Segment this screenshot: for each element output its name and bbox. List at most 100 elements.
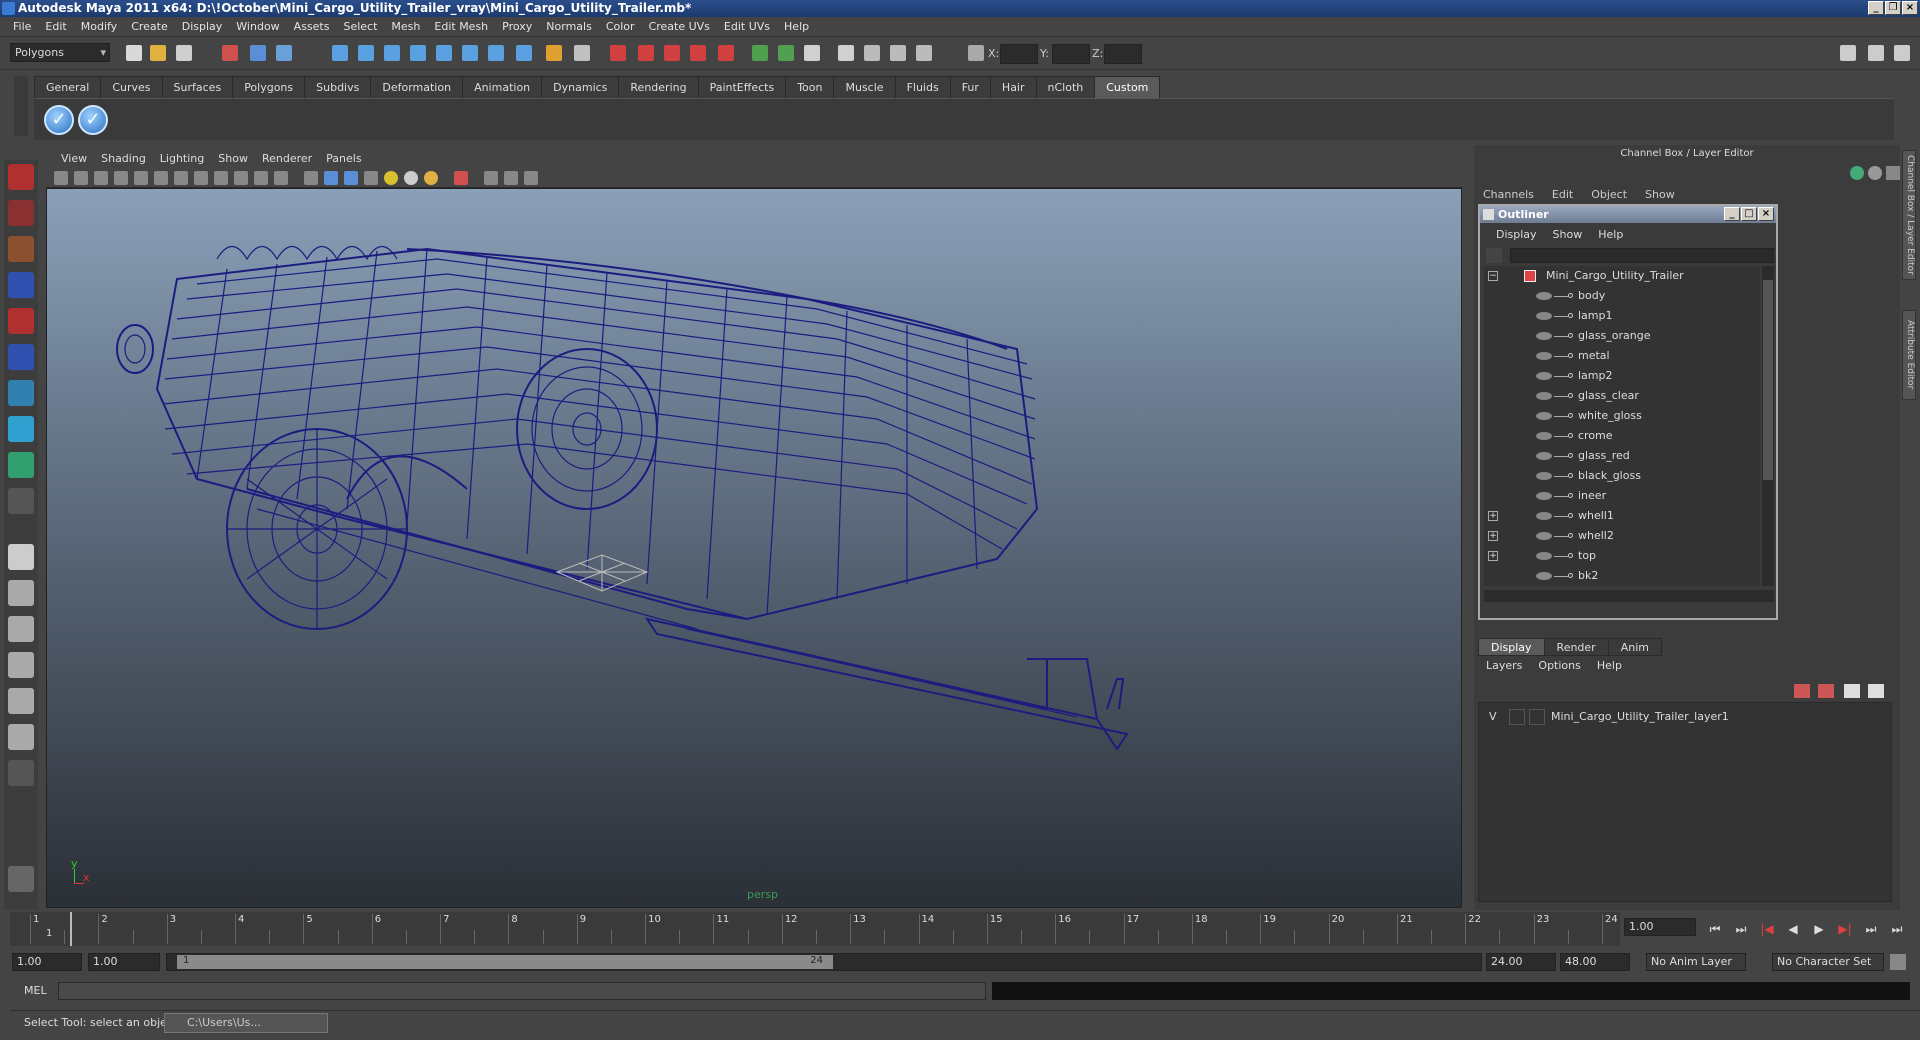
shadows-icon[interactable]	[404, 171, 418, 185]
menu-edit-uvs[interactable]: Edit UVs	[717, 20, 777, 33]
channel-box-menu-show[interactable]: Show	[1636, 188, 1684, 204]
shelf-tab-ncloth[interactable]: nCloth	[1035, 76, 1096, 98]
shelf-tab-toon[interactable]: Toon	[785, 76, 835, 98]
outliner-item[interactable]: lamp2	[1484, 366, 1760, 386]
outliner-horizontal-scrollbar[interactable]	[1484, 590, 1774, 602]
render-view-icon[interactable]	[752, 45, 768, 61]
outliner-filter-icon[interactable]	[1486, 248, 1502, 263]
menu-proxy[interactable]: Proxy	[495, 20, 539, 33]
outliner-item[interactable]: glass_clear	[1484, 386, 1760, 406]
xray-joints-icon[interactable]	[504, 171, 518, 185]
safe-action-icon[interactable]	[254, 171, 268, 185]
outliner-vertical-scrollbar[interactable]	[1762, 266, 1774, 586]
lock-icon[interactable]	[546, 45, 562, 61]
bookmark-icon[interactable]	[94, 171, 108, 185]
channel-box-options-icon[interactable]	[1868, 166, 1882, 180]
help-icon[interactable]	[516, 45, 532, 61]
start-time-field[interactable]: 1.00	[12, 953, 82, 971]
layer-row[interactable]: V Mini_Cargo_Utility_Trailer_layer1	[1481, 707, 1889, 727]
snap-live-icon[interactable]	[436, 45, 452, 61]
smooth-shade-icon[interactable]	[324, 171, 338, 185]
x-field[interactable]	[1000, 44, 1038, 64]
snap-plane-icon[interactable]	[410, 45, 426, 61]
outliner-maximize-button[interactable]: □	[1741, 207, 1757, 221]
hypershade-icon[interactable]	[718, 45, 734, 61]
persp-graph-layout-icon[interactable]	[8, 724, 34, 750]
move-tool-icon[interactable]	[8, 272, 34, 298]
four-view-layout-icon[interactable]	[8, 580, 34, 606]
outliner-close-button[interactable]: ×	[1758, 207, 1774, 221]
panel-menu-panels[interactable]: Panels	[319, 152, 368, 165]
script-editor-icon[interactable]	[916, 45, 932, 61]
panel-menu-shading[interactable]: Shading	[94, 152, 153, 165]
isolate-select-icon[interactable]	[454, 171, 468, 185]
task-minimized-window[interactable]: C:\Users\Us...	[164, 1013, 328, 1033]
panel-menu-renderer[interactable]: Renderer	[255, 152, 319, 165]
playback-end-field[interactable]: 24.00	[1486, 953, 1556, 971]
snap-curve-icon[interactable]	[358, 45, 374, 61]
open-scene-icon[interactable]	[150, 45, 166, 61]
z-field[interactable]	[1104, 44, 1142, 64]
layer-menu-help[interactable]: Help	[1589, 659, 1630, 677]
render-settings-icon[interactable]	[690, 45, 706, 61]
two-d-pan-icon[interactable]	[134, 171, 148, 185]
snap-grid-icon[interactable]	[332, 45, 348, 61]
wireframe-on-shaded-icon[interactable]	[344, 171, 358, 185]
shelf-tab-surfaces[interactable]: Surfaces	[161, 76, 234, 98]
current-time-field[interactable]: 1.00	[1624, 918, 1696, 936]
menu-window[interactable]: Window	[229, 20, 286, 33]
menu-select[interactable]: Select	[336, 20, 384, 33]
menu-display[interactable]: Display	[175, 20, 230, 33]
outliner-item[interactable]: body	[1484, 286, 1760, 306]
step-back-key-icon[interactable]: ⏭	[1734, 922, 1748, 936]
use-all-lights-icon[interactable]	[384, 171, 398, 185]
outliner-item[interactable]: + top	[1484, 546, 1760, 566]
menu-edit[interactable]: Edit	[38, 20, 73, 33]
outliner-item[interactable]: lamp1	[1484, 306, 1760, 326]
move-layer-up-icon[interactable]	[1794, 684, 1810, 698]
channel-box-menu-edit[interactable]: Edit	[1543, 188, 1582, 204]
field-chart-icon[interactable]	[234, 171, 248, 185]
new-layer-from-selection-icon[interactable]	[1868, 684, 1884, 698]
shelf-tab-hair[interactable]: Hair	[989, 76, 1037, 98]
outliner-item[interactable]: bk2	[1484, 566, 1760, 586]
show-attribute-editor-icon[interactable]	[1840, 45, 1856, 61]
play-backwards-icon[interactable]: ◀	[1786, 922, 1800, 936]
outliner-item[interactable]: white_gloss	[1484, 406, 1760, 426]
show-tool-settings-icon[interactable]	[1868, 45, 1884, 61]
gate-mask-icon[interactable]	[214, 171, 228, 185]
transform-field-icon[interactable]	[968, 45, 984, 61]
attribute-editor-side-tab[interactable]: Attribute Editor	[1902, 310, 1916, 400]
layer-tab-anim[interactable]: Anim	[1607, 638, 1662, 656]
new-empty-layer-icon[interactable]	[1844, 684, 1860, 698]
quick-layout-icon[interactable]	[8, 866, 34, 892]
image-plane-icon[interactable]	[114, 171, 128, 185]
outliner-item[interactable]: glass_orange	[1484, 326, 1760, 346]
layer-tab-display[interactable]: Display	[1478, 638, 1545, 656]
menu-set-dropdown[interactable]: Polygons	[10, 43, 110, 62]
shelf-tab-rendering[interactable]: Rendering	[618, 76, 699, 98]
last-tool-icon[interactable]	[8, 452, 34, 478]
hypershade-persp-layout-icon[interactable]	[8, 688, 34, 714]
high-quality-icon[interactable]	[424, 171, 438, 185]
expand-toggle-icon[interactable]: −	[1488, 271, 1498, 281]
select-camera-icon[interactable]	[54, 171, 68, 185]
anim-layer-dropdown[interactable]: No Anim Layer	[1646, 953, 1746, 971]
shelf-tab-curves[interactable]: Curves	[100, 76, 163, 98]
camera-attributes-icon[interactable]	[74, 171, 88, 185]
menu-mesh[interactable]: Mesh	[384, 20, 427, 33]
layer-playback-toggle[interactable]	[1509, 709, 1525, 725]
go-to-start-icon[interactable]: ⏮	[1708, 922, 1722, 936]
select-tool-icon[interactable]	[8, 164, 34, 190]
wireframe-icon[interactable]	[304, 171, 318, 185]
soft-mod-tool-icon[interactable]	[8, 416, 34, 442]
layer-menu-options[interactable]: Options	[1530, 659, 1588, 677]
command-input[interactable]	[58, 982, 986, 1000]
playback-start-field[interactable]: 1.00	[88, 953, 160, 971]
snap-point-icon[interactable]	[384, 45, 400, 61]
menu-create-uvs[interactable]: Create UVs	[642, 20, 717, 33]
menu-color[interactable]: Color	[599, 20, 642, 33]
channel-icon[interactable]	[864, 45, 880, 61]
command-language-label[interactable]: MEL	[24, 984, 47, 997]
expand-toggle-icon[interactable]: +	[1488, 551, 1498, 561]
